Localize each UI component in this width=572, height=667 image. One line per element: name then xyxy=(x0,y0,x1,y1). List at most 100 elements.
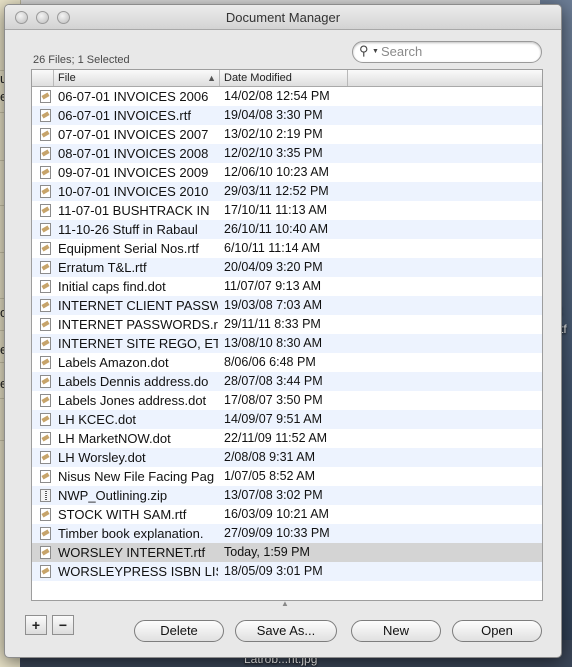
document-icon xyxy=(40,204,51,217)
sort-ascending-icon: ▲ xyxy=(207,73,216,83)
file-name: 07-07-01 INVOICES 2007 xyxy=(58,127,209,142)
document-icon xyxy=(40,261,51,274)
add-button[interactable]: + xyxy=(25,615,47,635)
file-name: INTERNET CLIENT PASSWC xyxy=(58,298,218,313)
document-icon xyxy=(40,128,51,141)
table-row[interactable]: Labels Jones address.dot 17/08/07 3:50 PM xyxy=(32,391,542,410)
search-icon[interactable]: ⚲ xyxy=(359,43,369,59)
file-name: INTERNET SITE REGO, ETC xyxy=(58,336,218,351)
table-row[interactable]: NWP_Outlining.zip 13/07/08 3:02 PM xyxy=(32,486,542,505)
file-date-modified: 27/09/09 10:33 PM xyxy=(224,526,330,540)
save-as-button[interactable]: Save As... xyxy=(235,620,337,642)
table-row[interactable]: 09-07-01 INVOICES 2009 12/06/10 10:23 AM xyxy=(32,163,542,182)
file-date-modified: 13/02/10 2:19 PM xyxy=(224,127,323,141)
document-icon xyxy=(40,223,51,236)
file-date-modified: 22/11/09 11:52 AM xyxy=(224,431,328,445)
file-date-modified: 19/03/08 7:03 AM xyxy=(224,298,322,312)
document-icon xyxy=(40,394,51,407)
file-name: Labels Jones address.dot xyxy=(58,393,207,408)
table-row[interactable]: Erratum T&L.rtf 20/04/09 3:20 PM xyxy=(32,258,542,277)
file-name: Labels Dennis address.do xyxy=(58,374,209,389)
file-date-modified: 29/11/11 8:33 PM xyxy=(224,317,321,331)
new-button[interactable]: New xyxy=(351,620,441,642)
file-name: 11-10-26 Stuff in Rabaul xyxy=(58,222,198,237)
file-name: Timber book explanation. xyxy=(58,526,204,541)
file-name: LH Worsley.dot xyxy=(58,450,146,465)
remove-button[interactable]: − xyxy=(52,615,74,635)
file-column-header[interactable]: File ▲ xyxy=(54,70,220,86)
search-field[interactable]: ⚲ ▼ xyxy=(352,41,542,63)
table-row[interactable]: LH MarketNOW.dot 22/11/09 11:52 AM xyxy=(32,429,542,448)
table-row[interactable]: 08-07-01 INVOICES 2008 12/02/10 3:35 PM xyxy=(32,144,542,163)
table-row[interactable]: WORSLEY INTERNET.rtf Today, 1:59 PM xyxy=(32,543,542,562)
table-row[interactable]: 10-07-01 INVOICES 2010 29/03/11 12:52 PM xyxy=(32,182,542,201)
file-date-modified: 12/06/10 10:23 AM xyxy=(224,165,329,179)
file-date-modified: 17/10/11 11:13 AM xyxy=(224,203,328,217)
file-table[interactable]: File ▲ Date Modified 06-07-01 INVOICES 2… xyxy=(31,69,543,601)
icon-column-header xyxy=(32,70,54,86)
table-row[interactable]: 06-07-01 INVOICES 2006 14/02/08 12:54 PM xyxy=(32,87,542,106)
file-name: WORSLEYPRESS ISBN LIST. xyxy=(58,564,218,579)
table-row[interactable]: INTERNET SITE REGO, ETC 13/08/10 8:30 AM xyxy=(32,334,542,353)
document-icon xyxy=(40,109,51,122)
file-list: 06-07-01 INVOICES 2006 14/02/08 12:54 PM 0… xyxy=(32,87,542,581)
table-row[interactable]: Initial caps find.dot 11/07/07 9:13 AM xyxy=(32,277,542,296)
file-date-modified: 1/07/05 8:52 AM xyxy=(224,469,316,483)
document-icon xyxy=(40,356,51,369)
file-date-modified: 26/10/11 10:40 AM xyxy=(224,222,329,236)
document-icon xyxy=(40,527,51,540)
file-date-modified: Today, 1:59 PM xyxy=(224,545,310,559)
document-icon xyxy=(40,508,51,521)
table-row[interactable]: 07-07-01 INVOICES 2007 13/02/10 2:19 PM xyxy=(32,125,542,144)
date-modified-column-header[interactable]: Date Modified xyxy=(220,70,348,86)
table-row[interactable]: 11-10-26 Stuff in Rabaul 26/10/11 10:40 A… xyxy=(32,220,542,239)
file-name: INTERNET PASSWORDS.rtf xyxy=(58,317,218,332)
document-icon xyxy=(40,242,51,255)
open-button[interactable]: Open xyxy=(452,620,542,642)
table-row[interactable]: Labels Amazon.dot 8/06/06 6:48 PM xyxy=(32,353,542,372)
file-name: Equipment Serial Nos.rtf xyxy=(58,241,199,256)
delete-button[interactable]: Delete xyxy=(134,620,224,642)
document-icon xyxy=(40,432,51,445)
empty-column-header xyxy=(348,70,542,86)
document-icon xyxy=(40,546,51,559)
table-header: File ▲ Date Modified xyxy=(32,70,542,87)
document-icon xyxy=(40,375,51,388)
file-date-modified: 29/03/11 12:52 PM xyxy=(224,184,329,198)
file-date-modified: 13/08/10 8:30 AM xyxy=(224,336,322,350)
table-row[interactable]: WORSLEYPRESS ISBN LIST. 18/05/09 3:01 PM xyxy=(32,562,542,581)
file-name: 06-07-01 INVOICES.rtf xyxy=(58,108,191,123)
document-icon xyxy=(40,470,51,483)
file-name: STOCK WITH SAM.rtf xyxy=(58,507,187,522)
title-bar[interactable]: Document Manager xyxy=(5,5,561,30)
document-icon xyxy=(40,299,51,312)
file-date-modified: 2/08/08 9:31 AM xyxy=(224,450,316,464)
date-modified-column-label: Date Modified xyxy=(224,72,292,84)
table-row[interactable]: 06-07-01 INVOICES.rtf 19/04/08 3:30 PM xyxy=(32,106,542,125)
table-row[interactable]: LH KCEC.dot 14/09/07 9:51 AM xyxy=(32,410,542,429)
file-name: WORSLEY INTERNET.rtf xyxy=(58,545,206,560)
file-date-modified: 20/04/09 3:20 PM xyxy=(224,260,323,274)
document-icon xyxy=(40,166,51,179)
table-row[interactable]: LH Worsley.dot 2/08/08 9:31 AM xyxy=(32,448,542,467)
file-date-modified: 17/08/07 3:50 PM xyxy=(224,393,323,407)
window-title: Document Manager xyxy=(225,10,341,25)
table-row[interactable]: INTERNET CLIENT PASSWC 19/03/08 7:03 AM xyxy=(32,296,542,315)
document-icon xyxy=(40,90,51,103)
table-row[interactable]: Nisus New File Facing Pag 1/07/05 8:52 AM xyxy=(32,467,542,486)
resize-handle-icon[interactable]: ▲ xyxy=(281,599,289,608)
document-icon xyxy=(40,451,51,464)
file-name: Erratum T&L.rtf xyxy=(58,260,147,275)
table-row[interactable]: 11-07-01 BUSHTRACK IN 17/10/11 11:13 AM xyxy=(32,201,542,220)
table-row[interactable]: Timber book explanation. 27/09/09 10:33 P… xyxy=(32,524,542,543)
table-row[interactable]: INTERNET PASSWORDS.rtf 29/11/11 8:33 PM xyxy=(32,315,542,334)
file-date-modified: 11/07/07 9:13 AM xyxy=(224,279,322,293)
table-row[interactable]: Equipment Serial Nos.rtf 6/10/11 11:14 AM xyxy=(32,239,542,258)
table-row[interactable]: STOCK WITH SAM.rtf 16/03/09 10:21 AM xyxy=(32,505,542,524)
search-input[interactable] xyxy=(381,43,531,60)
file-name: NWP_Outlining.zip xyxy=(58,488,168,503)
file-name: Labels Amazon.dot xyxy=(58,355,169,370)
file-date-modified: 14/02/08 12:54 PM xyxy=(224,89,330,103)
table-row[interactable]: Labels Dennis address.do 28/07/08 3:44 PM xyxy=(32,372,542,391)
chevron-down-icon[interactable]: ▼ xyxy=(372,48,379,55)
